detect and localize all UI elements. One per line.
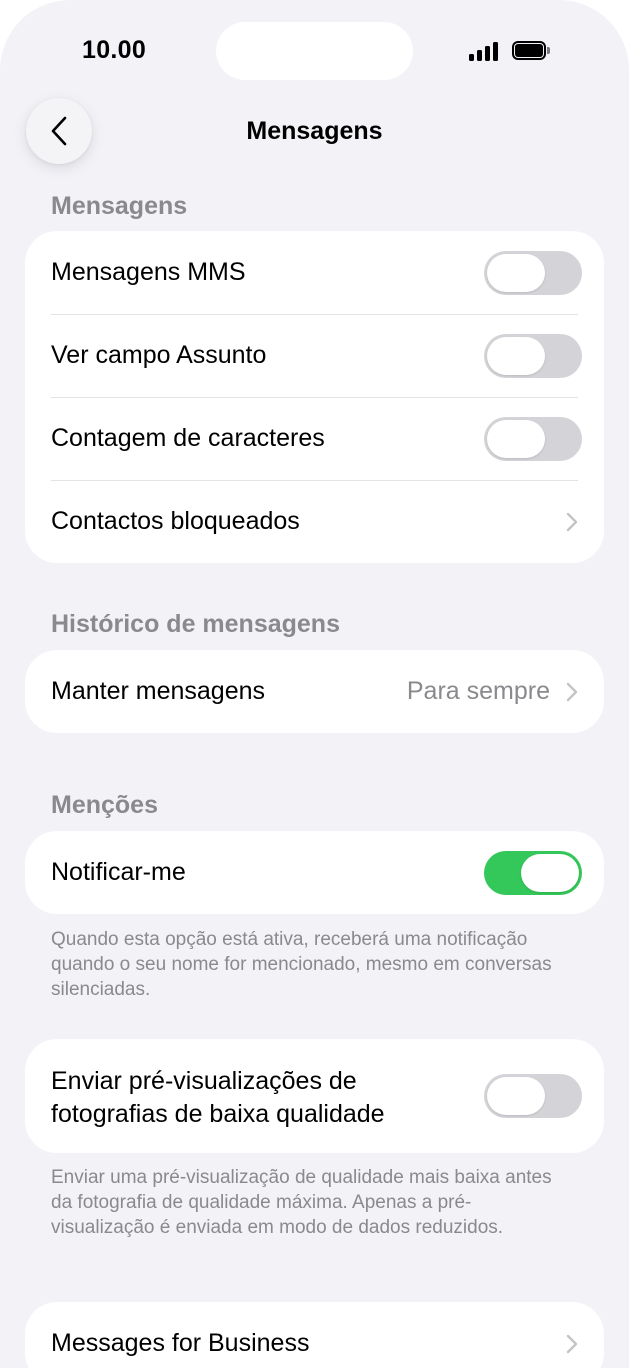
row-label-line2: fotografias de baixa qualidade <box>51 1100 385 1128</box>
row-subject[interactable]: Ver campo Assunto <box>25 314 604 397</box>
battery-icon <box>512 41 550 60</box>
row-label: Mensagens MMS <box>51 258 246 286</box>
group-mencoes: Notificar-me <box>25 831 604 914</box>
row-keep-messages[interactable]: Manter mensagens Para sempre <box>25 650 604 733</box>
row-messages-for-business[interactable]: Messages for Business <box>25 1302 604 1368</box>
subject-toggle[interactable] <box>484 333 582 378</box>
dynamic-island <box>216 22 413 80</box>
group-historico: Manter mensagens Para sempre <box>25 650 604 733</box>
chevron-right-icon <box>566 682 578 701</box>
previews-toggle[interactable] <box>484 1074 582 1118</box>
group-business: Messages for Business <box>25 1302 604 1368</box>
row-blocked-contacts[interactable]: Contactos bloqueados <box>25 480 604 563</box>
row-notify-me[interactable]: Notificar-me <box>25 831 604 914</box>
section-header-historico: Histórico de mensagens <box>51 610 340 638</box>
row-low-quality-previews[interactable]: Enviar pré-visualizações de fotografias … <box>25 1039 604 1153</box>
chevron-right-icon <box>566 512 578 531</box>
phone-screen: 10.00 Mensagens Mensagens Mensagens MMS … <box>0 0 629 1368</box>
signal-icon <box>469 41 501 61</box>
mms-toggle[interactable] <box>484 250 582 295</box>
row-label-line1: Enviar pré-visualizações de <box>51 1067 357 1095</box>
section-header-mensagens: Mensagens <box>51 192 188 220</box>
row-label: Notificar-me <box>51 858 186 886</box>
row-label: Messages for Business <box>51 1329 310 1357</box>
row-mms[interactable]: Mensagens MMS <box>25 231 604 314</box>
previews-footer: Enviar uma pré-visualização de qualidade… <box>51 1167 552 1238</box>
page-title: Mensagens <box>246 117 383 145</box>
row-label: Contactos bloqueados <box>51 507 300 535</box>
group-previews: Enviar pré-visualizações de fotografias … <box>25 1039 604 1153</box>
group-mensagens: Mensagens MMS Ver campo Assunto Contagem… <box>25 231 604 563</box>
row-label: Contagem de caracteres <box>51 424 325 452</box>
notify-me-toggle[interactable] <box>484 850 582 895</box>
mencoes-footer: Quando esta opção está ativa, receberá u… <box>51 929 552 1000</box>
row-label: Ver campo Assunto <box>51 341 267 369</box>
keep-messages-value: Para sempre <box>406 677 550 705</box>
char-count-toggle[interactable] <box>484 416 582 461</box>
row-label-multiline: Enviar pré-visualizações de fotografias … <box>51 1065 385 1131</box>
row-label: Manter mensagens <box>51 677 266 705</box>
row-char-count[interactable]: Contagem de caracteres <box>25 397 604 480</box>
chevron-right-icon <box>566 1334 578 1353</box>
status-time: 10.00 <box>82 36 147 64</box>
section-header-mencoes: Menções <box>51 791 158 819</box>
